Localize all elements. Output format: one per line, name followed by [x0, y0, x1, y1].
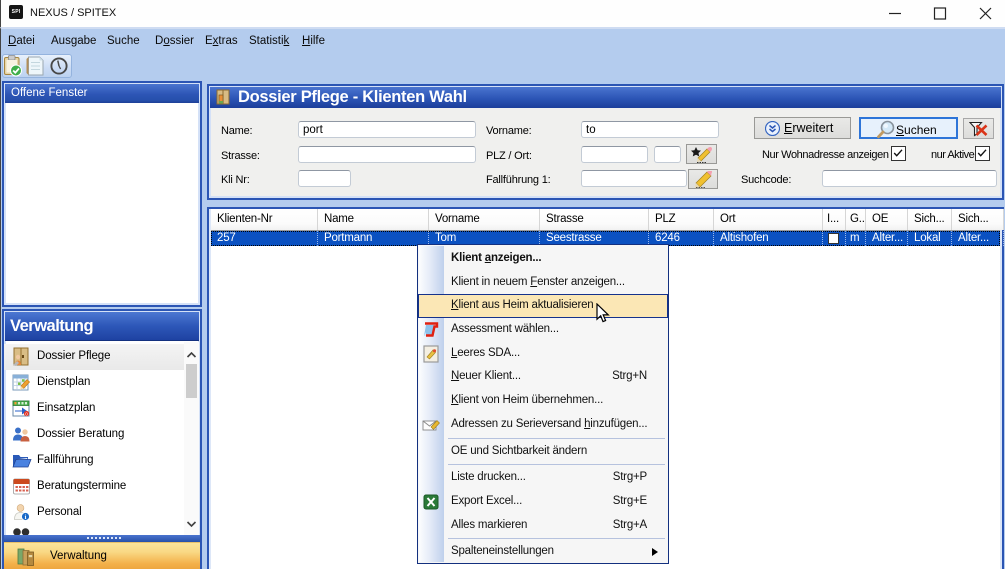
svg-text:i: i — [25, 514, 27, 521]
